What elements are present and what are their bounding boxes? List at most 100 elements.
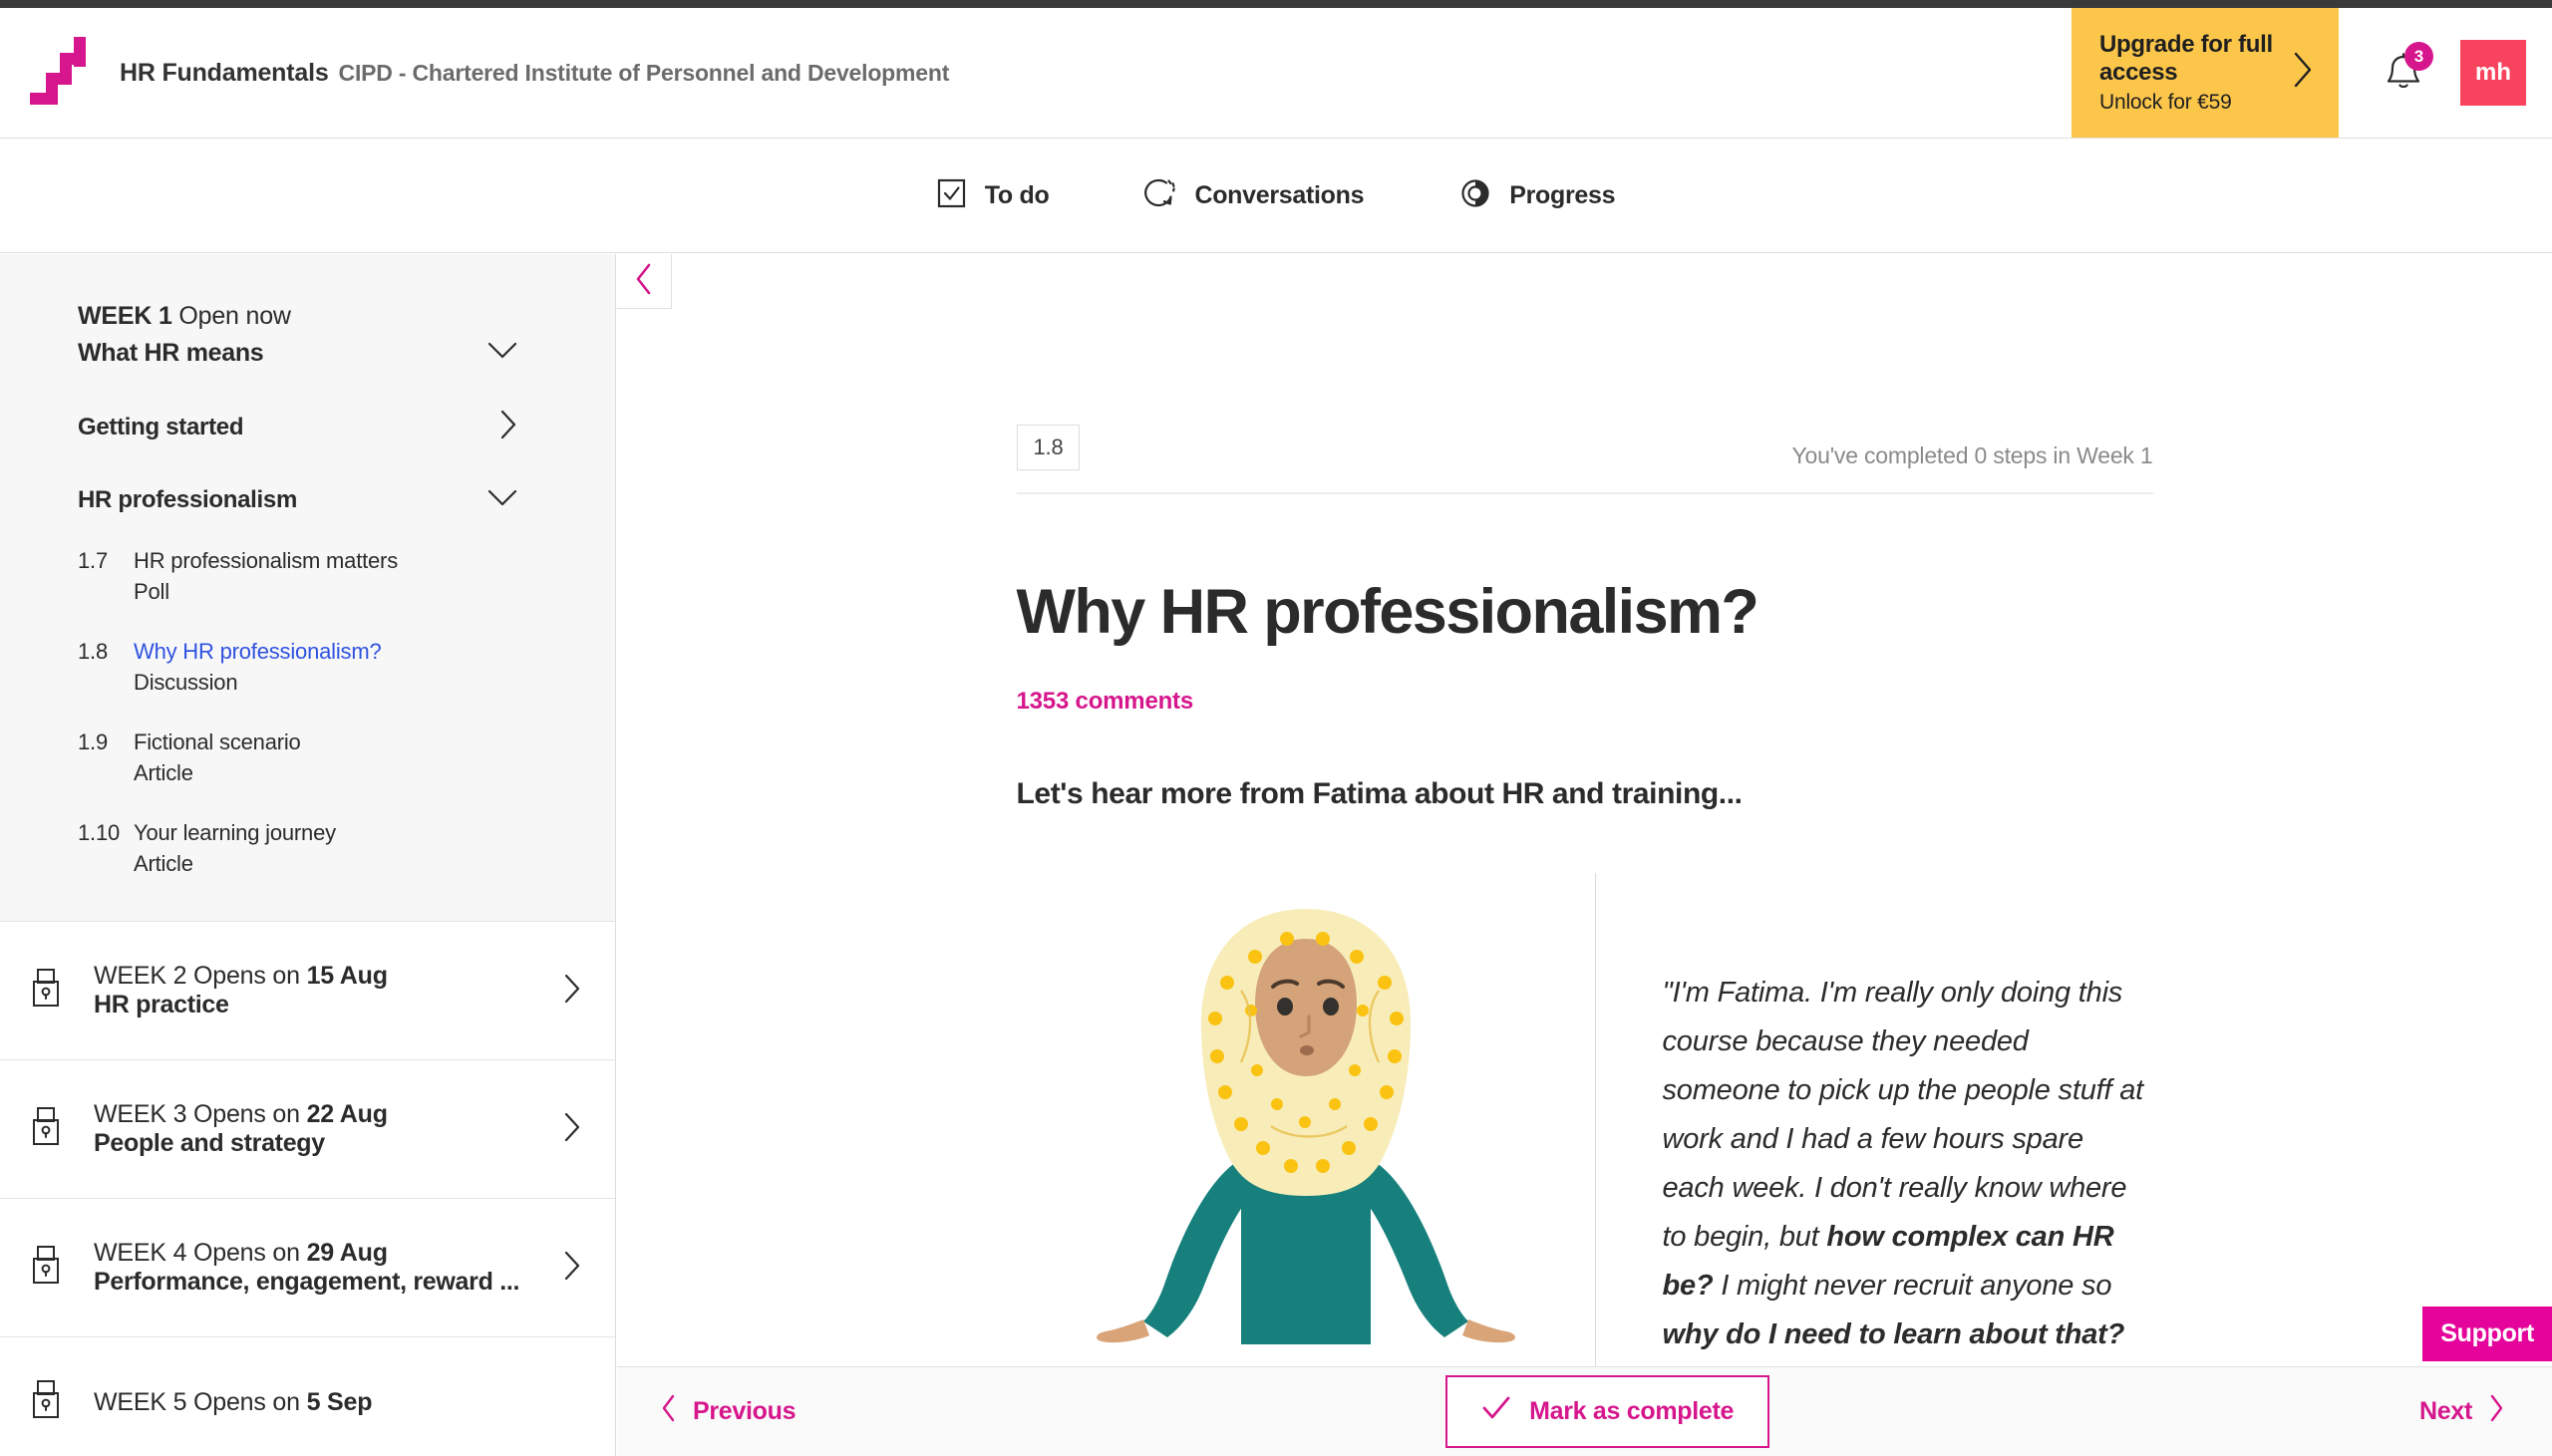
sidebar-step-1-7[interactable]: 1.7 HR professionalism matters Poll [0, 548, 615, 605]
secondary-nav: To do Conversations Progress [0, 140, 2552, 253]
week-1-eyebrow-prefix: WEEK 1 [78, 302, 179, 330]
lock-icon [26, 1377, 76, 1428]
lock-icon [26, 1243, 76, 1294]
sidebar-section-getting-started-label: Getting started [78, 413, 244, 440]
notifications-button[interactable]: 3 [2375, 42, 2433, 102]
step-kind: Poll [134, 579, 169, 604]
avatar[interactable]: mh [2460, 40, 2526, 106]
brand-block[interactable]: HR Fundamentals CIPD - Chartered Institu… [0, 8, 949, 138]
week-2-title: HR practice [94, 991, 229, 1019]
week-progress-text: You've completed 0 steps in Week 1 [1791, 442, 2153, 468]
week-4-eyebrow-prefix: WEEK 4 Opens on [94, 1239, 307, 1267]
conversation-bubble-icon [1144, 177, 1176, 214]
previous-button-label: Previous [693, 1397, 797, 1425]
course-provider: CIPD - Chartered Institute of Personnel … [338, 59, 950, 86]
quote-column: "I'm Fatima. I'm really only doing this … [1594, 873, 2153, 1396]
step-kind: Discussion [134, 670, 238, 695]
week-5-eyebrow-prefix: WEEK 5 Opens on [94, 1388, 307, 1416]
collapse-sidebar-button[interactable] [617, 254, 672, 309]
chevron-right-icon [499, 410, 517, 444]
upgrade-subtitle: Unlock for €59 [2099, 91, 2232, 114]
header-spacer [949, 8, 2072, 138]
step-number: 1.8 [78, 639, 108, 664]
step-number: 1.7 [78, 548, 108, 573]
quote-part-1: "I'm Fatima. I'm really only doing this … [1662, 977, 2144, 1253]
fatima-illustration [1017, 873, 1595, 1396]
chevron-right-icon [2293, 51, 2315, 95]
step-number-chip: 1.8 [1016, 425, 1081, 470]
week-4-eyebrow: WEEK 4 Opens on 29 Aug [94, 1239, 563, 1268]
sidebar-week-2[interactable]: WEEK 2 Opens on 15 Aug HR practice [0, 922, 615, 1060]
mark-as-complete-label: Mark as complete [1529, 1397, 1735, 1425]
week-5-eyebrow: WEEK 5 Opens on 5 Sep [94, 1388, 581, 1417]
quote-bold-2: why do I need to learn about that? [1662, 1318, 2125, 1350]
nav-item-conversations-label: Conversations [1194, 181, 1365, 209]
lede-text: Let's hear more from Fatima about HR and… [1016, 777, 1744, 810]
step-meta-row: 1.8 You've completed 0 steps in Week 1 [1016, 425, 2153, 494]
week-4-eyebrow-date: 29 Aug [306, 1239, 388, 1267]
nav-item-progress-label: Progress [1509, 181, 1616, 209]
sidebar-week-1: WEEK 1 Open now What HR means Getting st… [0, 254, 615, 922]
illustration-quote-row: "I'm Fatima. I'm really only doing this … [1017, 873, 2153, 1396]
chevron-right-icon [2488, 1394, 2504, 1429]
checkbox-check-icon [937, 177, 967, 214]
week-3-eyebrow: WEEK 3 Opens on 22 Aug [94, 1100, 563, 1129]
chevron-right-icon [563, 974, 581, 1009]
sidebar-week-5[interactable]: WEEK 5 Opens on 5 Sep [0, 1337, 615, 1456]
sidebar-week-1-header[interactable]: WEEK 1 Open now What HR means [0, 302, 615, 368]
nav-item-todo[interactable]: To do [937, 177, 1050, 214]
sidebar-step-1-9[interactable]: 1.9 Fictional scenario Article [0, 729, 615, 786]
step-kind: Article [134, 851, 193, 876]
chevron-left-icon [661, 1394, 677, 1429]
nav-item-progress[interactable]: Progress [1459, 177, 1616, 214]
week-1-eyebrow: WEEK 1 Open now [78, 302, 537, 331]
support-tab-button[interactable]: Support [2422, 1307, 2552, 1361]
week-3-title: People and strategy [94, 1129, 325, 1157]
sidebar-section-hr-professionalism-label: HR professionalism [78, 486, 297, 513]
sidebar-step-1-8[interactable]: 1.8 Why HR professionalism? Discussion [0, 639, 615, 696]
week-2-eyebrow: WEEK 2 Opens on 15 Aug [94, 962, 563, 991]
main-content: 1.8 You've completed 0 steps in Week 1 W… [617, 254, 2552, 1456]
browser-chrome-strip [0, 0, 2552, 8]
step-number: 1.10 [78, 820, 121, 845]
comments-link[interactable]: 1353 comments [1017, 688, 2153, 716]
next-button[interactable]: Next [2419, 1394, 2504, 1429]
step-name: Your learning journey [134, 820, 336, 845]
sidebar-section-getting-started[interactable]: Getting started [0, 410, 615, 444]
content-scroll-region[interactable]: 1.8 You've completed 0 steps in Week 1 W… [617, 310, 2552, 1396]
next-button-label: Next [2419, 1397, 2472, 1425]
step-name: Fictional scenario [134, 729, 301, 754]
mark-as-complete-button[interactable]: Mark as complete [1445, 1375, 1770, 1448]
sidebar-step-list: 1.7 HR professionalism matters Poll 1.8 … [0, 548, 615, 877]
sidebar-section-hr-professionalism[interactable]: HR professionalism [0, 486, 615, 514]
chevron-right-icon [563, 1112, 581, 1147]
sidebar-week-4[interactable]: WEEK 4 Opens on 29 Aug Performance, enga… [0, 1199, 615, 1337]
body-area: WEEK 1 Open now What HR means Getting st… [0, 254, 2552, 1456]
nav-item-conversations[interactable]: Conversations [1144, 177, 1365, 214]
week-5-eyebrow-date: 5 Sep [306, 1388, 373, 1416]
week-2-eyebrow-prefix: WEEK 2 Opens on [94, 962, 307, 990]
chevron-down-icon[interactable] [487, 342, 517, 365]
week-3-eyebrow-prefix: WEEK 3 Opens on [94, 1100, 307, 1128]
lock-icon [26, 966, 76, 1017]
chevron-right-icon [563, 1251, 581, 1286]
step-navigation-bar: Previous Mark as complete Next [617, 1366, 2552, 1456]
header-right-group: 3 mh [2339, 8, 2552, 138]
content-inner: 1.8 You've completed 0 steps in Week 1 W… [1016, 310, 2153, 1396]
chevron-down-icon [487, 489, 517, 512]
course-sidebar[interactable]: WEEK 1 Open now What HR means Getting st… [0, 254, 616, 1456]
lock-icon [26, 1104, 76, 1155]
progress-ring-icon [1459, 177, 1491, 214]
app-root: HR Fundamentals CIPD - Chartered Institu… [0, 0, 2552, 1456]
week-1-eyebrow-status: Open now [178, 302, 291, 330]
step-name: Why HR professionalism? [134, 639, 382, 664]
upgrade-banner-button[interactable]: Upgrade for full access Unlock for €59 [2072, 8, 2339, 138]
sidebar-week-3[interactable]: WEEK 3 Opens on 22 Aug People and strate… [0, 1060, 615, 1199]
sidebar-step-1-10[interactable]: 1.10 Your learning journey Article [0, 820, 615, 877]
course-title: HR Fundamentals [120, 58, 329, 87]
week-4-title: Performance, engagement, reward ... [94, 1268, 520, 1296]
nav-item-todo-label: To do [984, 181, 1050, 209]
previous-button[interactable]: Previous [661, 1394, 797, 1429]
page-title: Why HR professionalism? [1016, 577, 1759, 647]
staircase-logo-icon [30, 37, 96, 109]
